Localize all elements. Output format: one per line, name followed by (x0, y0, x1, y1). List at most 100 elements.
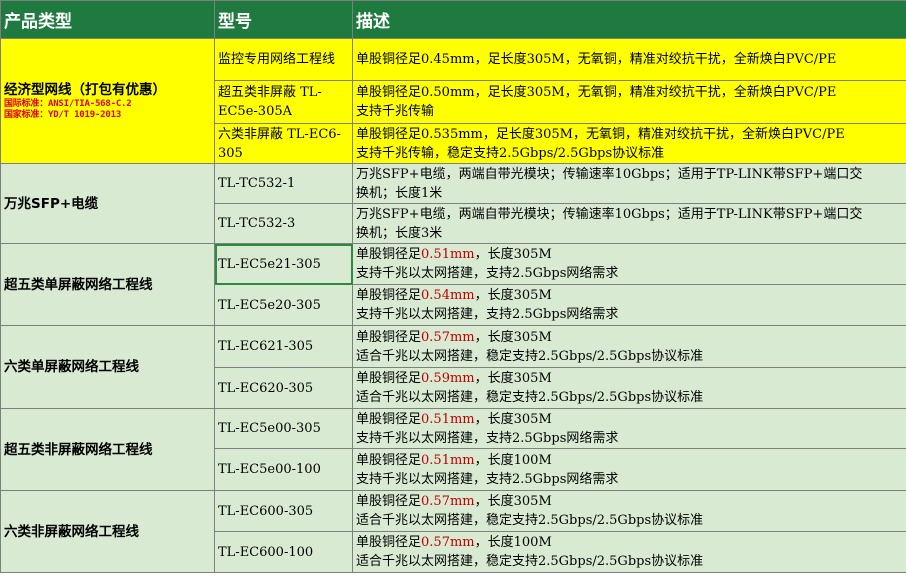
category-label: 六类非屏蔽网络工程线 (4, 523, 139, 540)
description-text: 单股铜径足 (356, 494, 422, 509)
model-cell[interactable]: 监控专用网络工程线 (214, 38, 353, 81)
description-text: 支持千兆以太网搭建，支持2.5Gbps网络需求 (356, 307, 619, 322)
model-cell[interactable]: 六类非屏蔽 TL-EC6-305 (214, 123, 353, 164)
description-text: 支持千兆以太网搭建，支持2.5Gbps网络需求 (356, 471, 619, 487)
description-text: 换机；长度3米 (356, 225, 443, 241)
description-line: 单股铜径足0.51mm，长度100M (356, 451, 903, 470)
description-line: 支持千兆以太网搭建，支持2.5Gbps网络需求 (356, 429, 903, 448)
table-row: 万兆SFP+电缆 TL-TC532-1 万兆SFP+电缆，两端自带光模块；传输速率1… (0, 163, 906, 244)
model-cell[interactable]: TL-EC600-305 (214, 490, 353, 532)
description-cell[interactable]: 单股铜径足0.50mm，足长度305M，无氧铜，精准对绞抗干扰，全新焕白PVC/… (352, 80, 906, 124)
product-spec-table: 产品类型 型号 描述 经济型网线（打包有优惠） 国际标准：ANSI/TIA-568… (0, 0, 906, 573)
header-model: 型号 (214, 0, 353, 39)
model-cell[interactable]: TL-EC620-305 (214, 367, 353, 409)
description-text: ，长度305M (474, 329, 552, 345)
category-cell: 经济型网线（打包有优惠） 国际标准：ANSI/TIA-568-C.2 国家标准：YD… (0, 38, 215, 164)
description-cell[interactable]: 单股铜径足0.57mm，长度100M 适合千兆以太网搭建，稳定支持2.5Gbps/… (352, 531, 906, 573)
category-cell: 超五类单屏蔽网络工程线 (0, 243, 215, 326)
header-row: 产品类型 型号 描述 (0, 0, 906, 39)
category-label: 超五类单屏蔽网络工程线 (4, 276, 153, 293)
description-text: 单股铜径足0.50mm，足长度305M，无氧铜，精准对绞抗干扰，全新焕白PVC/… (356, 85, 837, 100)
description-text: 适合千兆以太网搭建，稳定支持2.5Gbps/2.5Gbps协议标准 (356, 348, 704, 364)
description-text: 单股铜径足 (356, 452, 422, 468)
description-text: 单股铜径足 (356, 288, 422, 303)
table-row: 经济型网线（打包有优惠） 国际标准：ANSI/TIA-568-C.2 国家标准：YD… (0, 38, 906, 164)
description-cell[interactable]: 单股铜径足0.45mm，足长度305M，无氧铜，精准对绞抗干扰，全新焕白PVC/… (352, 38, 906, 81)
model-cell[interactable]: 超五类非屏蔽 TL-EC5e-305A (214, 80, 353, 124)
description-text: ，长度305M (474, 494, 552, 509)
wire-diameter: 0.57mm (421, 494, 475, 509)
category-label: 经济型网线（打包有优惠） (4, 82, 166, 98)
description-text: 万兆SFP+电缆，两端自带光模块；传输速率10Gbps；适用于TP-LINK带S… (356, 166, 863, 182)
table-row: 六类非屏蔽网络工程线 TL-EC600-305 单股铜径足0.57mm，长度305M… (0, 490, 906, 573)
description-text: 适合千兆以太网搭建，稳定支持2.5Gbps/2.5Gbps协议标准 (356, 554, 704, 569)
description-line: 支持千兆以太网搭建，支持2.5Gbps网络需求 (356, 264, 903, 283)
description-line: 适合千兆以太网搭建，稳定支持2.5Gbps/2.5Gbps协议标准 (356, 388, 903, 407)
wire-diameter: 0.51mm (421, 411, 475, 427)
description-text: ，长度305M (474, 288, 552, 303)
wire-diameter: 0.57mm (421, 535, 475, 550)
description-cell[interactable]: 单股铜径足0.51mm，长度100M 支持千兆以太网搭建，支持2.5Gbps网络需… (352, 448, 906, 491)
model-cell[interactable]: TL-TC532-1 (214, 163, 353, 204)
description-line: 单股铜径足0.50mm，足长度305M，无氧铜，精准对绞抗干扰，全新焕白PVC/… (356, 83, 903, 102)
wire-diameter: 0.57mm (421, 329, 475, 345)
model-cell[interactable]: TL-EC5e20-305 (214, 284, 353, 326)
description-line: 单股铜径足0.51mm，长度305M (356, 410, 903, 429)
description-cell[interactable]: 万兆SFP+电缆，两端自带光模块；传输速率10Gbps；适用于TP-LINK带S… (352, 163, 906, 204)
description-cell[interactable]: 单股铜径足0.54mm，长度305M 支持千兆以太网搭建，支持2.5Gbps网络需… (352, 284, 906, 326)
description-line: 单股铜径足0.45mm，足长度305M，无氧铜，精准对绞抗干扰，全新焕白PVC/… (356, 50, 903, 69)
description-line: 适合千兆以太网搭建，稳定支持2.5Gbps/2.5Gbps协议标准 (356, 511, 903, 530)
model-cell[interactable]: TL-EC621-305 (214, 325, 353, 368)
description-text: 单股铜径足 (356, 411, 422, 427)
category-cell: 六类单屏蔽网络工程线 (0, 325, 215, 409)
table-row: 六类单屏蔽网络工程线 TL-EC621-305 单股铜径足0.57mm，长度305M… (0, 325, 906, 409)
description-line: 单股铜径足0.57mm，长度305M (356, 492, 903, 511)
description-line: 支持千兆以太网搭建，支持2.5Gbps网络需求 (356, 305, 903, 324)
description-line: 万兆SFP+电缆，两端自带光模块；传输速率10Gbps；适用于TP-LINK带S… (356, 165, 903, 184)
wire-diameter: 0.51mm (421, 452, 475, 468)
standard-label: 国家标准：YD/T 1019-2013 (4, 110, 122, 120)
description-line: 单股铜径足0.57mm，长度305M (356, 328, 903, 347)
description-line: 单股铜径足0.59mm，长度305M (356, 369, 903, 388)
description-cell[interactable]: 单股铜径足0.57mm，长度305M 适合千兆以太网搭建，稳定支持2.5Gbps/… (352, 490, 906, 532)
model-cell[interactable]: TL-EC600-100 (214, 531, 353, 573)
wire-diameter: 0.51mm (421, 247, 475, 262)
wire-diameter: 0.54mm (421, 288, 475, 303)
product-rows: 经济型网线（打包有优惠） 国际标准：ANSI/TIA-568-C.2 国家标准：YD… (0, 38, 906, 573)
description-cell[interactable]: 单股铜径足0.59mm，长度305M 适合千兆以太网搭建，稳定支持2.5Gbps/… (352, 367, 906, 409)
description-text: 单股铜径足 (356, 371, 422, 386)
category-cell: 万兆SFP+电缆 (0, 163, 215, 244)
description-line: 单股铜径足0.54mm，长度305M (356, 286, 903, 305)
category-cell: 六类非屏蔽网络工程线 (0, 490, 215, 573)
category-label: 六类单屏蔽网络工程线 (4, 359, 139, 375)
description-line: 适合千兆以太网搭建，稳定支持2.5Gbps/2.5Gbps协议标准 (356, 552, 903, 571)
category-cell: 超五类非屏蔽网络工程线 (0, 408, 215, 491)
description-text: ，长度305M (474, 247, 552, 262)
model-cell[interactable]: TL-EC5e21-305 (214, 243, 353, 285)
description-text: 换机；长度1米 (356, 185, 443, 201)
description-cell[interactable]: 单股铜径足0.57mm，长度305M 适合千兆以太网搭建，稳定支持2.5Gbps/… (352, 325, 906, 368)
model-cell[interactable]: TL-TC532-3 (214, 203, 353, 244)
description-cell[interactable]: 单股铜径足0.51mm，长度305M 支持千兆以太网搭建，支持2.5Gbps网络需… (352, 408, 906, 449)
description-text: 单股铜径足 (356, 535, 422, 550)
description-line: 单股铜径足0.535mm，足长度305M，无氧铜，精准对绞抗干扰，全新焕白PVC… (356, 125, 903, 144)
description-text: 单股铜径足0.535mm，足长度305M，无氧铜，精准对绞抗干扰，全新焕白PVC… (356, 126, 845, 142)
description-line: 支持千兆传输，稳定支持2.5Gbps/2.5Gbps协议标准 (356, 144, 903, 163)
description-text: 适合千兆以太网搭建，稳定支持2.5Gbps/2.5Gbps协议标准 (356, 390, 704, 405)
wire-diameter: 0.59mm (421, 371, 475, 386)
description-text: 支持千兆传输 (356, 104, 435, 119)
description-cell[interactable]: 单股铜径足0.51mm，长度305M 支持千兆以太网搭建，支持2.5Gbps网络需… (352, 243, 906, 285)
description-line: 万兆SFP+电缆，两端自带光模块；传输速率10Gbps；适用于TP-LINK带S… (356, 205, 903, 224)
description-line: 支持千兆以太网搭建，支持2.5Gbps网络需求 (356, 470, 903, 489)
model-cell[interactable]: TL-EC5e00-305 (214, 408, 353, 449)
description-cell[interactable]: 单股铜径足0.535mm，足长度305M，无氧铜，精准对绞抗干扰，全新焕白PVC… (352, 123, 906, 164)
model-cell[interactable]: TL-EC5e00-100 (214, 448, 353, 491)
description-cell[interactable]: 万兆SFP+电缆，两端自带光模块；传输速率10Gbps；适用于TP-LINK带S… (352, 203, 906, 244)
description-text: ，长度100M (474, 452, 552, 468)
description-text: 单股铜径足0.45mm，足长度305M，无氧铜，精准对绞抗干扰，全新焕白PVC/… (356, 52, 837, 67)
description-text: ，长度100M (474, 535, 552, 550)
description-text: 单股铜径足 (356, 329, 422, 345)
category-label: 超五类非屏蔽网络工程线 (4, 441, 153, 458)
table-row: 超五类单屏蔽网络工程线 TL-EC5e21-305 单股铜径足0.51mm，长度30… (0, 243, 906, 326)
description-line: 适合千兆以太网搭建，稳定支持2.5Gbps/2.5Gbps协议标准 (356, 347, 903, 366)
